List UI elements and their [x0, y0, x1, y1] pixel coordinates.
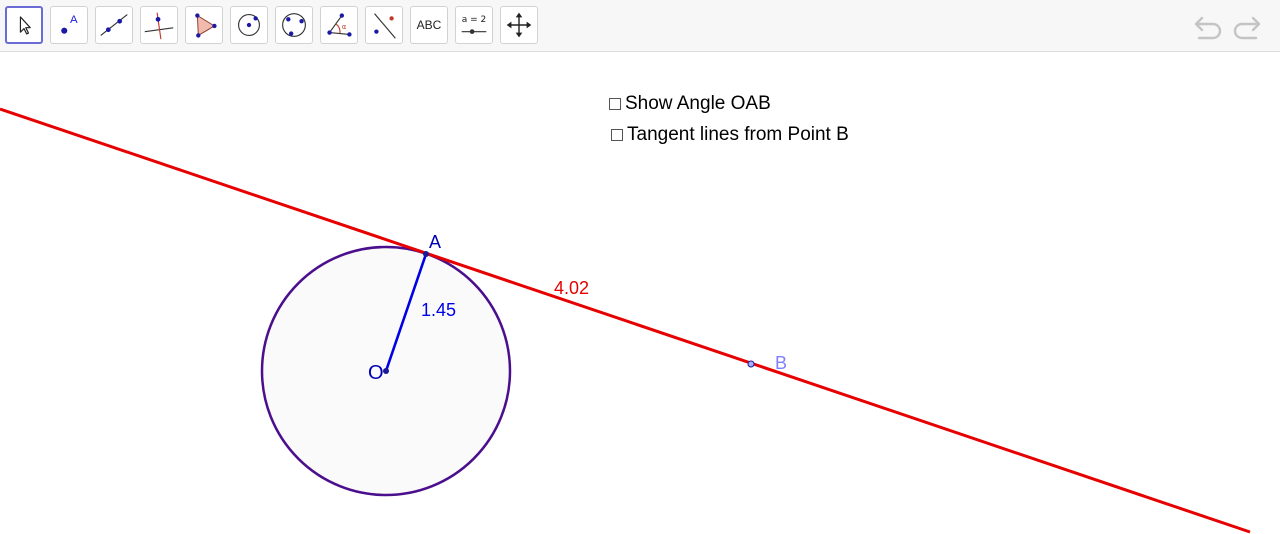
- angle-icon: α: [327, 13, 352, 37]
- slider-tool-button[interactable]: a = 2: [455, 6, 493, 44]
- tangent-line[interactable]: [0, 107, 1251, 534]
- undo-button[interactable]: [1193, 12, 1225, 40]
- move-graphics-view-icon: [506, 12, 532, 38]
- toolbar: A α ABC a = 2: [0, 0, 1280, 52]
- tangent-lines-label: Tangent lines from Point B: [627, 124, 849, 145]
- circle-three-points-tool-button[interactable]: [275, 6, 313, 44]
- circle-center-point-tool-button[interactable]: [230, 6, 268, 44]
- perpendicular-tool-button[interactable]: [140, 6, 178, 44]
- perpendicular-line-icon: [144, 12, 174, 40]
- circle-center-point-icon: [238, 14, 260, 36]
- point-tool-button[interactable]: A: [50, 6, 88, 44]
- show-angle-checkbox[interactable]: Show Angle OAB: [609, 93, 771, 115]
- arrow-cursor-icon: [19, 16, 31, 35]
- undo-icon: [1194, 16, 1222, 40]
- reflect-tool-button[interactable]: [365, 6, 403, 44]
- point-icon: A: [61, 14, 78, 34]
- point-o-label: O: [368, 362, 384, 384]
- circle-three-points-icon: [282, 13, 306, 37]
- move-graphics-tool-button[interactable]: [500, 6, 538, 44]
- polygon-tool-button[interactable]: [185, 6, 223, 44]
- reflect-about-line-icon: [374, 13, 396, 39]
- line-through-two-points-icon: [100, 14, 128, 36]
- tangent-lines-checkbox[interactable]: Tangent lines from Point B: [611, 124, 849, 146]
- text-icon: ABC: [416, 18, 442, 32]
- line-tool-button[interactable]: [95, 6, 133, 44]
- slider-icon: [461, 29, 487, 34]
- checkbox-box[interactable]: [611, 129, 623, 141]
- point-tool-label: A: [70, 14, 78, 26]
- point-a-label: A: [429, 232, 441, 252]
- redo-icon: [1233, 16, 1261, 40]
- point-o[interactable]: [383, 368, 389, 374]
- radius-length-label: 1.45: [421, 300, 456, 320]
- move-tool-button[interactable]: [5, 6, 43, 44]
- show-angle-label: Show Angle OAB: [625, 93, 771, 114]
- polygon-icon: [195, 13, 217, 38]
- angle-tool-label: α: [342, 23, 347, 31]
- point-b[interactable]: [747, 360, 755, 368]
- checkbox-box[interactable]: [609, 98, 621, 110]
- redo-button[interactable]: [1230, 12, 1262, 40]
- angle-tool-button[interactable]: α: [320, 6, 358, 44]
- segment-ab-length-label: 4.02: [554, 278, 589, 298]
- text-tool-button[interactable]: ABC: [410, 6, 448, 44]
- point-b-label: B: [775, 353, 787, 373]
